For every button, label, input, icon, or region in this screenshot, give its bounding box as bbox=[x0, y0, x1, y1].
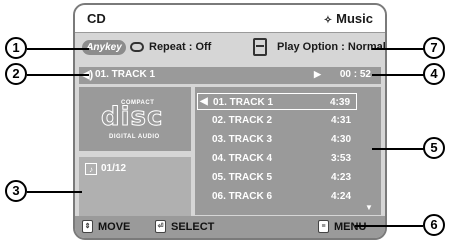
mode-label: Music bbox=[336, 11, 373, 26]
play-icon: ▶ bbox=[314, 69, 321, 79]
track-count-panel: ♪ 01/12 bbox=[79, 157, 191, 217]
scroll-down-icon[interactable]: ▼ bbox=[365, 203, 373, 212]
repeat-option[interactable]: Repeat : Off bbox=[149, 41, 211, 53]
menu-button-icon: ≡ bbox=[318, 220, 329, 233]
track-row-5[interactable]: 05. TRACK 5 4:23 bbox=[197, 169, 357, 186]
menu-label: MENU bbox=[334, 221, 367, 233]
title-bar: CD ✧ Music bbox=[75, 5, 385, 33]
track-list: ◀ 01. TRACK 1 4:39 02. TRACK 2 4:31 03. … bbox=[195, 87, 381, 215]
play-option-icon bbox=[253, 38, 267, 56]
speaker-icon: ◀ bbox=[200, 96, 208, 107]
callout-6: 6 bbox=[423, 214, 445, 236]
select-label: SELECT bbox=[171, 221, 215, 233]
callout-2: 2 bbox=[5, 63, 27, 85]
track-row-1[interactable]: ◀ 01. TRACK 1 4:39 bbox=[197, 93, 357, 110]
callout-line-3 bbox=[27, 191, 82, 193]
callout-7: 7 bbox=[423, 37, 445, 59]
current-track-name: 01. TRACK 1 bbox=[95, 69, 156, 80]
track-time: 3:53 bbox=[330, 153, 351, 164]
callout-line-7 bbox=[372, 48, 424, 50]
callout-5: 5 bbox=[423, 137, 445, 159]
options-row: Anykey Repeat : Off Play Option : Normal bbox=[75, 35, 385, 63]
music-note-icon: ✧ bbox=[323, 15, 333, 26]
elapsed-time: 00 : 52 bbox=[339, 69, 371, 80]
compact-disc-logo: COMPACT disc DIGITAL AUDIO bbox=[79, 87, 191, 151]
music-note-icon: ♪ bbox=[85, 163, 97, 175]
track-name: 04. TRACK 4 bbox=[212, 153, 273, 164]
track-time: 4:23 bbox=[330, 172, 351, 183]
callout-line-4 bbox=[372, 74, 424, 76]
callout-3: 3 bbox=[5, 180, 27, 202]
select-button-icon: ⏎ bbox=[155, 220, 166, 233]
move-button-icon: ⇕ bbox=[82, 220, 93, 233]
callout-line-2 bbox=[27, 74, 89, 76]
track-name: 05. TRACK 5 bbox=[212, 172, 273, 183]
callout-line-5 bbox=[372, 148, 424, 150]
track-name: 01. TRACK 1 bbox=[213, 97, 274, 108]
callout-1: 1 bbox=[5, 37, 27, 59]
logo-digital-audio-text: DIGITAL AUDIO bbox=[109, 134, 160, 140]
move-label: MOVE bbox=[98, 221, 131, 233]
mode-indicator: ✧ Music bbox=[324, 11, 373, 26]
play-option[interactable]: Play Option : Normal bbox=[277, 41, 385, 53]
track-name: 06. TRACK 6 bbox=[212, 191, 273, 202]
callout-line-1 bbox=[27, 48, 89, 50]
track-time: 4:30 bbox=[330, 134, 351, 145]
logo-disc-text: disc bbox=[100, 102, 164, 133]
callout-line-6 bbox=[355, 225, 423, 227]
button-guide-bar: ⇕ MOVE ⏎ SELECT ≡ MENU bbox=[75, 216, 385, 238]
track-row-2[interactable]: 02. TRACK 2 4:31 bbox=[197, 112, 357, 129]
now-playing-bar: ◀) 01. TRACK 1 ▶ 00 : 52 bbox=[79, 67, 381, 84]
source-label: CD bbox=[87, 11, 106, 26]
track-time: 4:39 bbox=[329, 97, 350, 108]
callout-4: 4 bbox=[423, 63, 445, 85]
cd-player-screen: CD ✧ Music Anykey Repeat : Off Play Optio… bbox=[73, 3, 387, 240]
track-time: 4:24 bbox=[330, 191, 351, 202]
repeat-icon bbox=[130, 42, 144, 52]
track-time: 4:31 bbox=[330, 115, 351, 126]
track-count: 01/12 bbox=[101, 163, 127, 174]
track-row-6[interactable]: 06. TRACK 6 4:24 bbox=[197, 188, 357, 205]
track-name: 02. TRACK 2 bbox=[212, 115, 273, 126]
track-row-3[interactable]: 03. TRACK 3 4:30 bbox=[197, 131, 357, 148]
track-row-4[interactable]: 04. TRACK 4 3:53 bbox=[197, 150, 357, 167]
track-name: 03. TRACK 3 bbox=[212, 134, 273, 145]
